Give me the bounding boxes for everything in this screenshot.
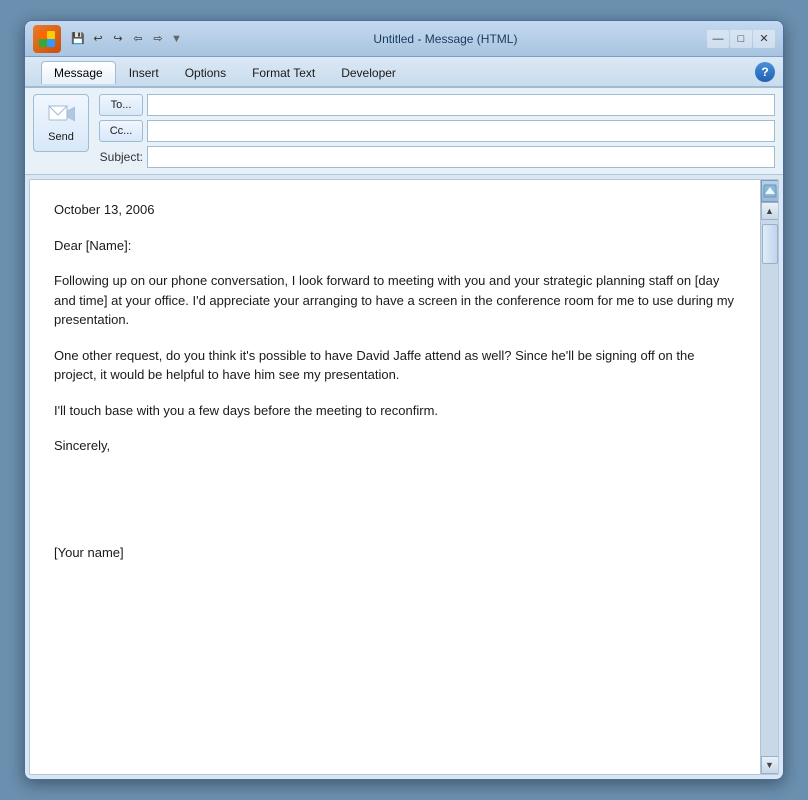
subject-label: Subject: bbox=[99, 150, 143, 164]
email-date: October 13, 2006 bbox=[54, 200, 736, 220]
email-closing: Sincerely, bbox=[54, 436, 736, 456]
office-logo bbox=[33, 25, 61, 53]
email-paragraph3: I'll touch base with you a few days befo… bbox=[54, 401, 736, 421]
cc-button[interactable]: Cc... bbox=[99, 120, 143, 142]
to-button[interactable]: To... bbox=[99, 94, 143, 116]
menu-bar: Message Insert Options Format Text Devel… bbox=[25, 57, 783, 86]
scroll-down-btn[interactable]: ▼ bbox=[761, 756, 779, 774]
email-paragraph1: Following up on our phone conversation, … bbox=[54, 271, 736, 330]
email-greeting: Dear [Name]: bbox=[54, 236, 736, 256]
tab-developer[interactable]: Developer bbox=[328, 61, 409, 84]
window-title: Untitled - Message (HTML) bbox=[188, 32, 703, 46]
undo-btn[interactable]: ↩ bbox=[89, 30, 107, 48]
email-paragraph2: One other request, do you think it's pos… bbox=[54, 346, 736, 385]
to-row: To... bbox=[99, 94, 775, 116]
email-content[interactable]: October 13, 2006 Dear [Name]: Following … bbox=[30, 180, 760, 774]
forward1-btn[interactable]: ⇦ bbox=[129, 30, 147, 48]
quick-access-toolbar: 💾 ↩ ↪ ⇦ ⇨ ▼ bbox=[69, 30, 184, 48]
outlook-window: 💾 ↩ ↪ ⇦ ⇨ ▼ Untitled - Message (HTML) — … bbox=[24, 20, 784, 780]
scroll-up-btn[interactable]: ▲ bbox=[761, 202, 779, 220]
cc-input[interactable] bbox=[147, 120, 775, 142]
title-bar: 💾 ↩ ↪ ⇦ ⇨ ▼ Untitled - Message (HTML) — … bbox=[25, 21, 783, 57]
window-controls: — □ ✕ bbox=[707, 30, 775, 48]
to-input[interactable] bbox=[147, 94, 775, 116]
dropdown-arrow: ▼ bbox=[171, 33, 182, 45]
address-fields: To... Cc... Subject: bbox=[99, 94, 775, 168]
scroll-top-icon[interactable] bbox=[761, 180, 779, 202]
help-button[interactable]: ? bbox=[755, 62, 775, 82]
header-inner: Send To... Cc... Subject: bbox=[33, 94, 775, 168]
email-header: Send To... Cc... Subject: bbox=[25, 88, 783, 175]
tab-insert[interactable]: Insert bbox=[116, 61, 172, 84]
tabs-list: Message Insert Options Format Text Devel… bbox=[33, 59, 417, 84]
redo-btn[interactable]: ↪ bbox=[109, 30, 127, 48]
subject-input[interactable] bbox=[147, 146, 775, 168]
scroll-track[interactable] bbox=[761, 220, 779, 756]
scrollbar: ▲ ▼ bbox=[760, 180, 778, 774]
send-label: Send bbox=[48, 131, 74, 143]
ribbon: Message Insert Options Format Text Devel… bbox=[25, 57, 783, 88]
scroll-thumb[interactable] bbox=[762, 224, 778, 264]
forward2-btn[interactable]: ⇨ bbox=[149, 30, 167, 48]
maximize-btn[interactable]: □ bbox=[730, 30, 752, 48]
close-btn[interactable]: ✕ bbox=[753, 30, 775, 48]
send-button[interactable]: Send bbox=[33, 94, 89, 152]
save-quick-btn[interactable]: 💾 bbox=[69, 30, 87, 48]
tab-message[interactable]: Message bbox=[41, 61, 116, 84]
tab-format-text[interactable]: Format Text bbox=[239, 61, 328, 84]
cc-row: Cc... bbox=[99, 120, 775, 142]
minimize-btn[interactable]: — bbox=[707, 30, 729, 48]
send-icon bbox=[47, 103, 75, 128]
email-signature: [Your name] bbox=[54, 543, 736, 563]
tab-options[interactable]: Options bbox=[172, 61, 239, 84]
email-body-area: October 13, 2006 Dear [Name]: Following … bbox=[29, 179, 779, 775]
subject-row: Subject: bbox=[99, 146, 775, 168]
